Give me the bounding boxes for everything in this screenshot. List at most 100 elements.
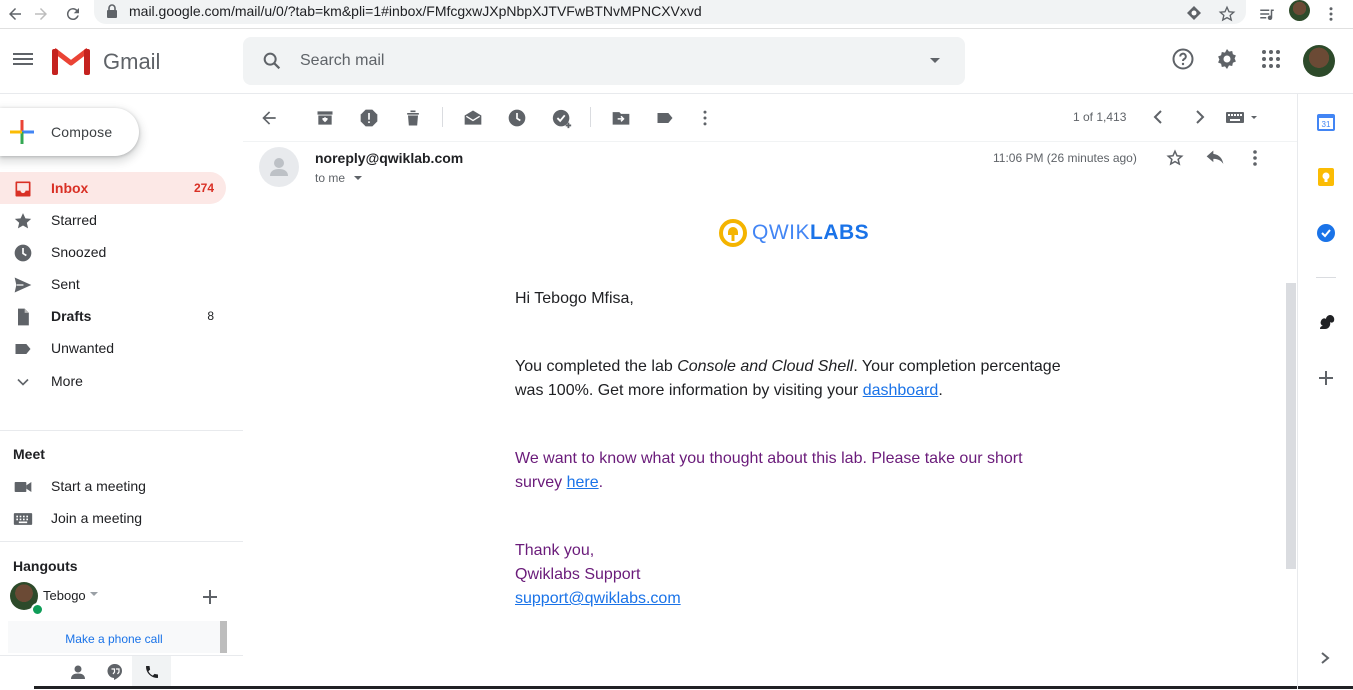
sidebar-item-unwanted[interactable]: Unwanted (0, 332, 226, 364)
team-name: Qwiklabs Support (515, 566, 641, 583)
completion-paragraph: You completed the lab Console and Cloud … (515, 355, 1075, 403)
sidebar-item-drafts[interactable]: Drafts 8 (0, 300, 226, 332)
addon-squirrel-icon[interactable] (1316, 312, 1336, 332)
hangouts-chat-icon[interactable] (107, 664, 123, 680)
chevron-down-icon (13, 372, 33, 392)
online-status-dot (31, 603, 44, 616)
survey-link[interactable]: here (567, 474, 599, 491)
recipients-text: to me (315, 171, 346, 185)
star-icon[interactable] (1166, 149, 1184, 167)
search-icon[interactable] (261, 50, 283, 72)
input-tools-keyboard-icon[interactable] (1226, 111, 1258, 125)
sidebar-item-label: Inbox (51, 180, 89, 196)
get-addons-plus-icon[interactable] (1318, 370, 1334, 386)
contacts-person-icon[interactable] (70, 664, 86, 680)
sidebar-item-label: Sent (51, 276, 80, 292)
gmail-logo-icon[interactable] (52, 46, 90, 75)
sidebar-item-label: Unwanted (51, 340, 115, 356)
browser-profile-avatar[interactable] (1289, 0, 1310, 21)
reply-icon[interactable] (1205, 149, 1225, 167)
app-name[interactable]: Gmail (103, 49, 160, 75)
p1-text-a: You completed the lab (515, 358, 678, 375)
forward-icon[interactable] (32, 5, 50, 23)
snooze-clock-icon[interactable] (507, 108, 527, 128)
survey-paragraph: We want to know what you thought about t… (515, 447, 1045, 495)
archive-icon[interactable] (315, 108, 335, 128)
join-meeting-item[interactable]: Join a meeting (0, 502, 226, 534)
dashboard-link[interactable]: dashboard (863, 382, 939, 399)
p1-end: . (938, 382, 943, 399)
keep-bulb-icon[interactable] (1316, 167, 1336, 187)
add-to-tasks-icon[interactable] (551, 108, 573, 130)
newer-chevron-left-icon[interactable] (1151, 108, 1167, 126)
sidebar-item-inbox[interactable]: Inbox 274 (0, 172, 226, 204)
sidebar-item-label: Starred (51, 212, 97, 228)
tasks-check-icon[interactable] (1316, 223, 1336, 243)
older-chevron-right-icon[interactable] (1191, 108, 1207, 126)
main-scrollbar[interactable] (1286, 283, 1296, 569)
video-camera-icon (13, 477, 33, 497)
qwiklabs-logo-text: QWIKLABS (752, 221, 869, 245)
report-spam-icon[interactable] (359, 108, 379, 128)
sidebar-divider (0, 430, 243, 431)
search-bar[interactable]: Search mail (243, 37, 965, 85)
sidebar-item-more[interactable]: More (0, 365, 226, 397)
mark-unread-icon[interactable] (463, 108, 483, 128)
help-icon[interactable] (1171, 47, 1195, 71)
sidebar-item-label: More (51, 373, 83, 389)
search-options-icon[interactable] (929, 57, 941, 65)
reload-icon[interactable] (64, 5, 82, 23)
more-options-icon[interactable] (695, 108, 715, 128)
label-icon (13, 339, 33, 359)
compose-label: Compose (51, 124, 113, 140)
start-meeting-item[interactable]: Start a meeting (0, 470, 226, 502)
pagination-count: 1 of 1,413 (1073, 110, 1127, 124)
move-to-icon[interactable] (611, 108, 631, 128)
sender-email[interactable]: noreply@qwiklab.com (315, 150, 463, 166)
unread-count: 274 (193, 181, 214, 195)
message-more-icon[interactable] (1245, 149, 1265, 167)
apps-grid-icon[interactable] (1259, 47, 1283, 71)
browser-menu-icon[interactable] (1322, 5, 1340, 23)
sidebar-item-snoozed[interactable]: Snoozed (0, 236, 226, 268)
settings-gear-icon[interactable] (1215, 47, 1239, 71)
labels-icon[interactable] (655, 108, 675, 128)
logo-qwik: QWIK (752, 221, 810, 244)
make-phone-call-link[interactable]: Make a phone call (8, 621, 220, 653)
toolbar-separator (590, 107, 591, 127)
signoff-text: Thank you, (515, 542, 595, 559)
account-avatar[interactable] (1303, 45, 1335, 77)
greeting-text: Hi Tebogo Mfisa, (515, 290, 634, 307)
bookmark-star-icon[interactable] (1218, 5, 1236, 23)
sidebar-item-sent[interactable]: Sent (0, 268, 226, 300)
media-icon[interactable] (1258, 5, 1276, 23)
compose-button[interactable]: Compose (0, 108, 139, 156)
show-details-chevron-icon[interactable] (354, 176, 363, 181)
sidebar-divider (0, 541, 243, 542)
chevron-down-icon[interactable] (90, 592, 98, 598)
sidebar-scrollbar[interactable] (220, 621, 227, 653)
back-to-inbox-icon[interactable] (259, 108, 279, 128)
calendar-icon[interactable]: 31 (1316, 112, 1336, 132)
sidebar-item-starred[interactable]: Starred (0, 204, 226, 236)
star-icon (13, 211, 33, 231)
delete-trash-icon[interactable] (403, 108, 423, 128)
hangouts-user-name[interactable]: Tebogo (43, 588, 86, 603)
hangouts-section-title: Hangouts (13, 558, 78, 574)
gmail-header: Gmail Search mail (0, 29, 1353, 94)
support-email-link[interactable]: support@qwiklabs.com (515, 590, 681, 607)
sidebar-item-label: Drafts (51, 308, 92, 324)
address-bar[interactable]: mail.google.com/mail/u/0/?tab=km&pli=1#i… (94, 0, 1246, 24)
recipients-summary[interactable]: to me (315, 171, 363, 185)
url-text: mail.google.com/mail/u/0/?tab=km&pli=1#i… (129, 3, 702, 19)
support-email-wrap: support@qwiklabs.com (515, 587, 681, 611)
expand-panel-chevron-icon[interactable] (1318, 650, 1332, 666)
main-menu-icon[interactable] (9, 45, 37, 73)
extension-icon[interactable] (1186, 5, 1204, 23)
search-input[interactable]: Search mail (300, 52, 384, 70)
phone-icon[interactable] (144, 664, 160, 680)
sender-avatar[interactable] (259, 147, 299, 187)
add-contact-plus-icon[interactable] (203, 590, 217, 604)
message-time: 11:06 PM (26 minutes ago) (993, 151, 1137, 165)
back-icon[interactable] (6, 5, 24, 23)
